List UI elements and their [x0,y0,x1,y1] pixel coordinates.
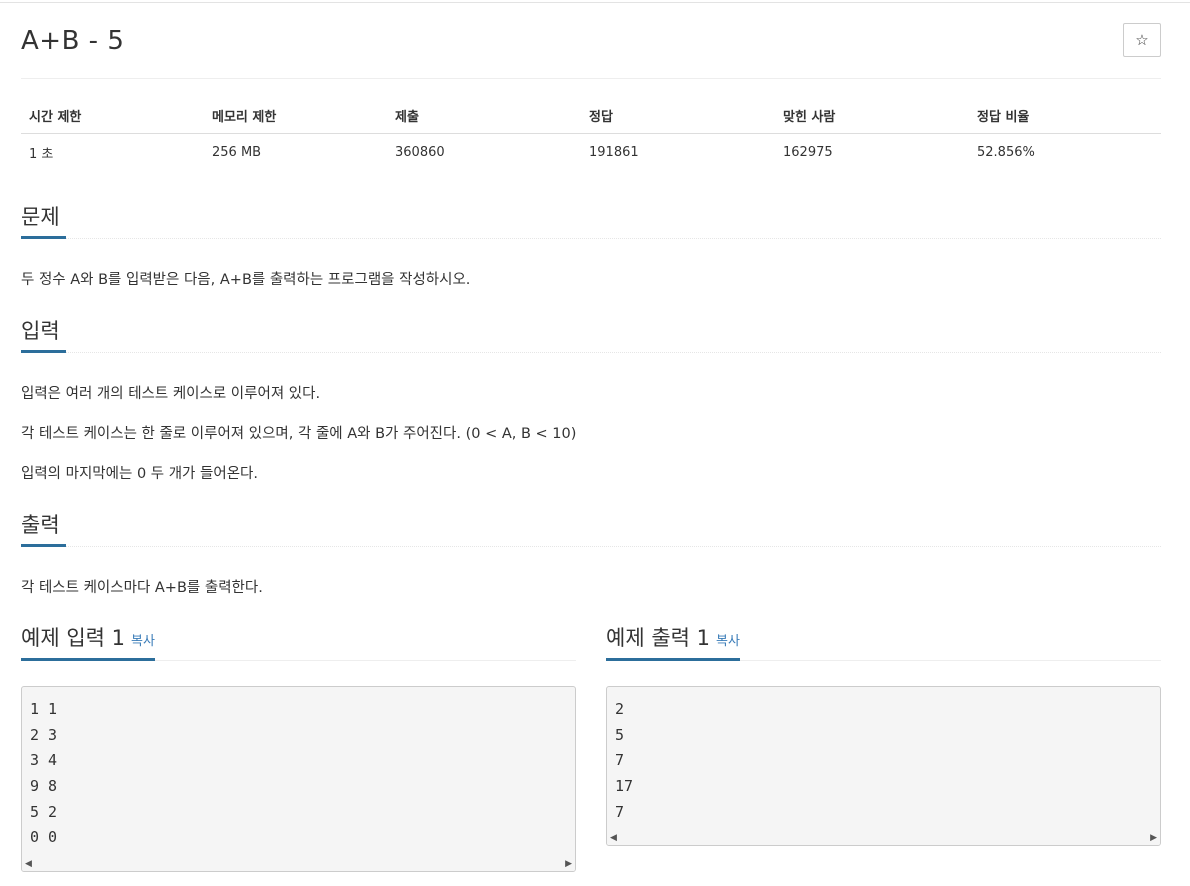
value-submissions: 360860 [395,144,445,160]
description-section-header: 문제 [21,202,1161,239]
problem-title: A+B - 5 [21,26,125,56]
output-heading: 출력 [21,510,66,547]
value-solved-users: 162975 [783,144,833,160]
input-text-2: 각 테스트 케이스는 한 줄로 이루어져 있으며, 각 줄에 A와 B가 주어진… [21,426,577,442]
sample-output-line: 2 [615,700,625,718]
output-text: 각 테스트 케이스마다 A+B를 출력한다. [21,580,263,596]
value-accept-ratio: 52.856% [977,144,1035,160]
description-heading: 문제 [21,202,66,239]
sample-output-line: 7 [615,802,625,821]
header-time-limit: 시간 제한 [21,98,204,134]
header-memory-limit: 메모리 제한 [204,98,387,134]
favorite-button[interactable]: ☆ [1123,23,1161,57]
sample-output-header: 예제 출력 1 복사 [606,620,1161,661]
value-memory-limit: 256 MB [212,144,262,160]
sample-input-line: 2 3 [30,725,58,744]
problem-info-table: 시간 제한 메모리 제한 제출 정답 맞힌 사람 정답 비율 1 초 256 M… [21,98,1161,170]
sample-input-line: 5 2 [30,802,58,821]
output-section-header: 출력 [21,510,1161,547]
sample-input-heading: 예제 입력 1 [21,626,125,650]
sample-output-line: 5 [615,725,625,744]
sample-output-box: 2 5 7 17 7 ◀ ▶ [606,686,1161,847]
info-header-row: 시간 제한 메모리 제한 제출 정답 맞힌 사람 정답 비율 [21,98,1161,134]
sample-input-line: 0 0 [30,828,58,847]
value-accepted: 191861 [589,144,639,160]
sample-input-code: 1 1 2 3 3 4 9 8 5 2 0 0 [22,687,575,857]
input-text-3: 입력의 마지막에는 0 두 개가 들어온다. [21,466,258,482]
sample-input-line: 3 4 [30,751,58,770]
sample-input-line: 9 8 [30,777,58,796]
input-heading: 입력 [21,316,66,353]
header-accept-ratio: 정답 비율 [969,98,1161,134]
scroll-right-icon[interactable]: ▶ [1150,833,1157,843]
info-value-row: 1 초 256 MB 360860 191861 162975 52.856% [21,134,1161,171]
copy-sample-input-link[interactable]: 복사 [131,634,155,649]
input-text-1: 입력은 여러 개의 테스트 케이스로 이루어져 있다. [21,386,321,402]
sample-output-scrollbar[interactable]: ◀ ▶ [607,831,1160,846]
header-solved-users: 맞힌 사람 [775,98,969,134]
sample-input-line: 1 1 [30,700,58,718]
sample-input-header: 예제 입력 1 복사 [21,620,576,661]
header-accepted: 정답 [581,98,775,134]
top-divider [0,2,1190,3]
input-section-header: 입력 [21,316,1161,353]
scroll-left-icon[interactable]: ◀ [610,833,617,843]
problem-title-row: A+B - 5 ☆ [21,22,1161,79]
description-text: 두 정수 A와 B를 입력받은 다음, A+B를 출력하는 프로그램을 작성하시… [21,272,471,288]
scroll-right-icon[interactable]: ▶ [565,859,572,869]
sample-output-heading: 예제 출력 1 [606,626,710,650]
header-submissions: 제출 [387,98,581,134]
star-icon: ☆ [1135,31,1149,49]
sample-output-heading-wrap: 예제 출력 1 복사 [606,620,740,661]
scroll-left-icon[interactable]: ◀ [25,859,32,869]
sample-input-heading-wrap: 예제 입력 1 복사 [21,620,155,661]
value-time-limit: 1 초 [29,146,54,162]
copy-sample-output-link[interactable]: 복사 [716,634,740,649]
sample-output-line: 17 [615,777,634,796]
sample-output-code: 2 5 7 17 7 [607,687,1160,831]
sample-input-box: 1 1 2 3 3 4 9 8 5 2 0 0 ◀ ▶ [21,686,576,873]
sample-input-scrollbar[interactable]: ◀ ▶ [22,857,575,872]
sample-output-line: 7 [615,751,625,770]
